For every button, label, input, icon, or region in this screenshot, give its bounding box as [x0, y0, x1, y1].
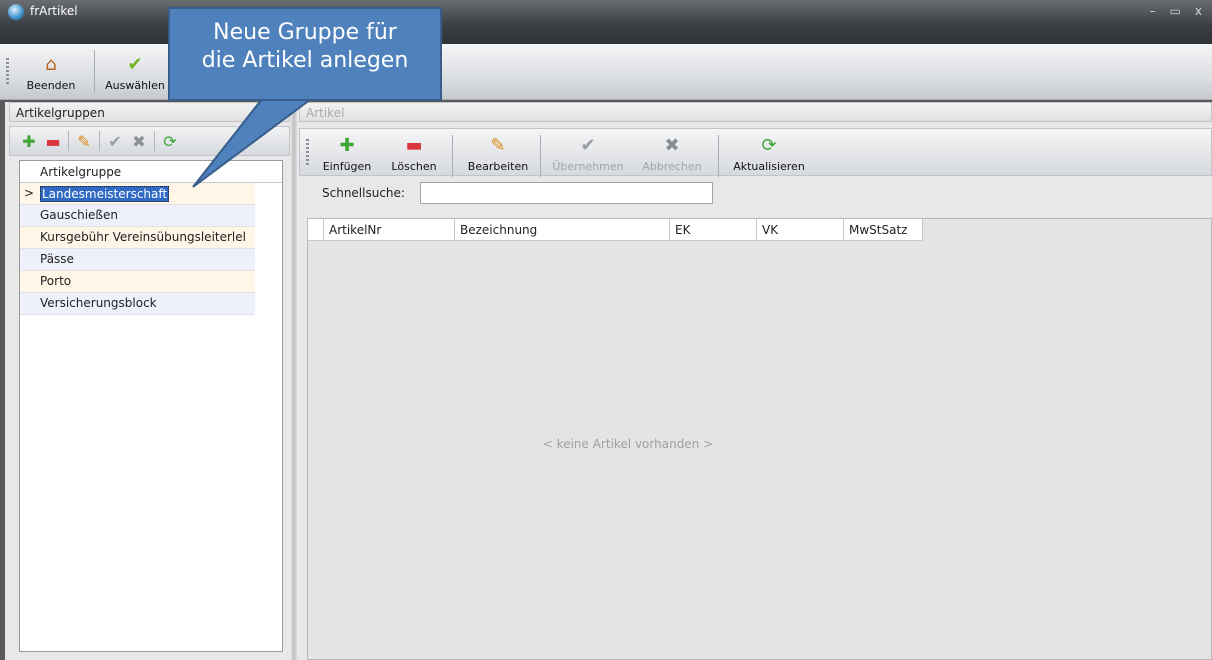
callout-line-1: Neue Gruppe für — [213, 20, 397, 45]
callout-line-2: die Artikel anlegen — [201, 48, 409, 73]
instruction-callout: Neue Gruppe für die Artikel anlegen — [168, 7, 442, 101]
